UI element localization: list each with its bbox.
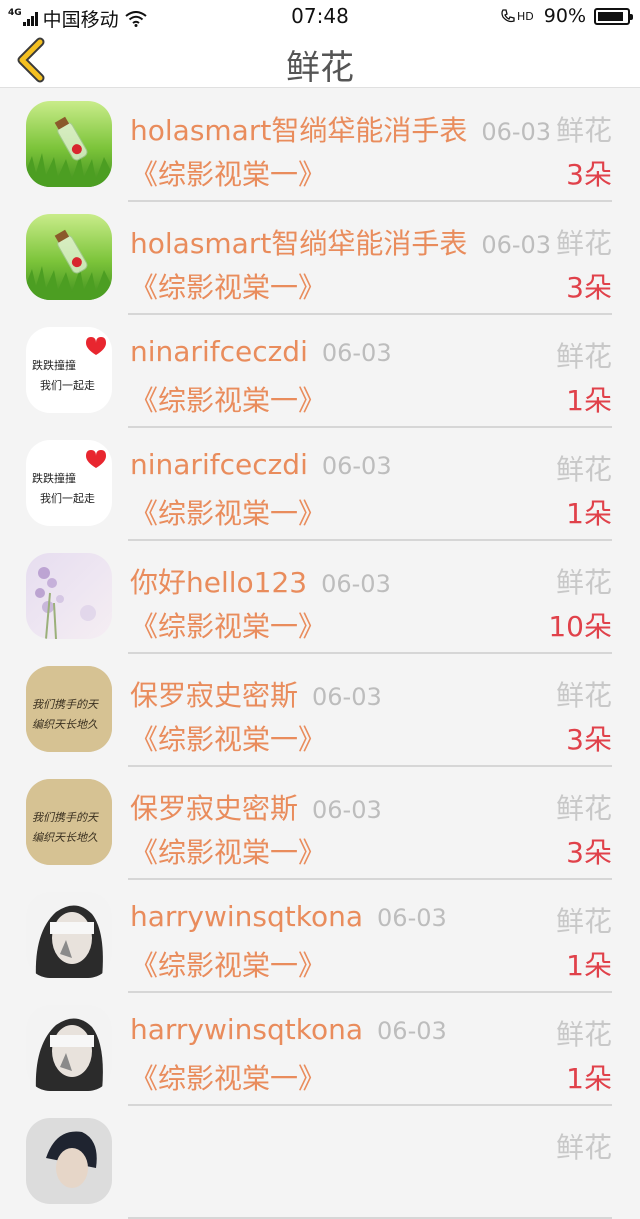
status-right: HD 90% [500,5,633,27]
movie-title: 《综影视棠一》 [130,1062,327,1095]
avatar-text: 跌跌撞撞 [32,359,76,372]
list-item[interactable]: harrywinsqtkona 06-03 《综影视棠一》 鲜花 1朵 [0,880,640,993]
user-name[interactable]: harrywinsqtkona [130,900,363,933]
gift-count: 10朵 [548,610,612,643]
avatar-text: 我们携手的天 [32,811,98,824]
avatar: 我们携手的天 编织天长地久 [26,779,112,865]
gift-date: 06-03 [481,231,552,258]
status-bar: 4G 中国移动 07:48 HD 90% [0,0,640,32]
avatar [26,214,112,300]
gift-count: 1朵 [566,1062,612,1095]
list-item[interactable]: 我们携手的天 编织天长地久 保罗寂史密斯 06-03 《综影视棠一》 鲜花 3朵 [0,654,640,767]
gift-date: 06-03 [377,904,447,932]
gift-type: 鲜花 [555,222,612,262]
gift-count: 3朵 [566,271,612,304]
list-item[interactable]: 你好hello123 06-03 《综影视棠一》 鲜花 10朵 [0,541,640,654]
gift-type: 鲜花 [555,335,612,375]
name-line: ninarifceczdi 06-03 [130,335,570,371]
gift-count: 3朵 [566,158,612,191]
user-name[interactable]: ninarifceczdi [130,448,308,481]
user-name[interactable]: 保罗寂史密斯 [130,679,298,710]
battery-percent: 90% [543,5,586,27]
avatar-text: 我们一起走 [40,492,95,505]
page-title: 鲜花 [286,48,354,88]
list-item[interactable]: holasmart智绱牮能消手表 06-03 《综影视棠一》 鲜花 3朵 [0,202,640,315]
movie-title: 《综影视棠一》 [130,723,327,756]
avatar-text: 编织天长地久 [32,831,98,844]
gift-date: 06-03 [481,118,552,145]
list-item[interactable]: 鲜花 [0,1106,640,1219]
list-item[interactable]: holasmart智绱牮能消手表 06-03 《综影视棠一》 鲜花 3朵 [0,89,640,202]
gift-date: 06-03 [321,452,392,480]
avatar-text: 我们一起走 [40,379,95,392]
gift-count: 1朵 [566,384,612,417]
user-name[interactable]: 保罗寂史密斯 [130,792,298,823]
battery-icon [594,7,633,25]
avatar-text: 我们携手的天 [32,698,98,711]
movie-title: 《综影视棠一》 [130,949,327,982]
movie-title: 《综影视棠一》 [130,158,327,191]
avatar: 跌跌撞撞我们一起走 [26,327,112,413]
list-item[interactable]: harrywinsqtkona 06-03 《综影视棠一》 鲜花 1朵 [0,993,640,1106]
avatar [26,892,112,978]
movie-title: 《综影视棠一》 [130,497,327,530]
hd-call-icon [501,9,515,23]
avatar: 跌跌撞撞我们一起走 [26,440,112,526]
gift-type: 鲜花 [555,561,612,601]
gift-list: holasmart智绱牮能消手表 06-03 《综影视棠一》 鲜花 3朵 holasmar… [0,89,640,1219]
hd-label: HD [517,9,534,23]
list-item[interactable]: 我们携手的天 编织天长地久 保罗寂史密斯 06-03 《综影视棠一》 鲜花 3朵 [0,767,640,880]
gift-type: 鲜花 [555,1126,612,1166]
name-line: 你好hello123 06-03 [130,561,570,597]
list-item[interactable]: 跌跌撞撞我们一起走 ninarifceczdi 06-03 《综影视棠一》 鲜花 1朵 [0,315,640,428]
name-line [130,1126,570,1162]
gift-type: 鲜花 [555,787,612,827]
name-line: harrywinsqtkona 06-03 [130,900,570,936]
nav-bar: 鲜花 [0,32,640,88]
avatar [26,101,112,187]
gift-count: 1朵 [566,497,612,530]
gift-type: 鲜花 [555,674,612,714]
gift-count: 3朵 [566,723,612,756]
movie-title: 《综影视棠一》 [130,384,327,417]
gift-type: 鲜花 [555,1013,612,1053]
gift-count: 3朵 [566,836,612,869]
gift-date: 06-03 [321,339,392,367]
movie-title: 《综影视棠一》 [130,836,327,869]
name-line: holasmart智绱牮能消手表 06-03 [130,222,570,258]
name-line: holasmart智绱牮能消手表 06-03 [130,109,570,145]
avatar: 我们携手的天 编织天长地久 [26,666,112,752]
gift-date: 06-03 [377,1017,447,1045]
gift-count: 1朵 [566,949,612,982]
movie-title: 《综影视棠一》 [130,271,327,304]
user-name[interactable]: holasmart智绱牮能消手表 [130,227,467,258]
avatar-text: 跌跌撞撞 [32,472,76,485]
gift-date: 06-03 [321,570,391,597]
gift-type: 鲜花 [555,448,612,488]
gift-date: 06-03 [312,683,382,710]
movie-title: 《综影视棠一》 [130,610,327,643]
gift-date: 06-03 [312,796,382,823]
user-name[interactable]: 你好hello123 [130,566,307,597]
avatar [26,553,112,639]
avatar [26,1005,112,1091]
avatar [26,1118,112,1204]
gift-type: 鲜花 [555,900,612,940]
user-name[interactable]: harrywinsqtkona [130,1013,363,1046]
list-item[interactable]: 跌跌撞撞我们一起走 ninarifceczdi 06-03 《综影视棠一》 鲜花 1朵 [0,428,640,541]
name-line: ninarifceczdi 06-03 [130,448,570,484]
user-name[interactable]: ninarifceczdi [130,335,308,368]
avatar-text: 编织天长地久 [32,718,98,731]
name-line: 保罗寂史密斯 06-03 [130,674,570,710]
name-line: harrywinsqtkona 06-03 [130,1013,570,1049]
user-name[interactable]: holasmart智绱牮能消手表 [130,114,467,145]
name-line: 保罗寂史密斯 06-03 [130,787,570,823]
gift-type: 鲜花 [555,109,612,149]
